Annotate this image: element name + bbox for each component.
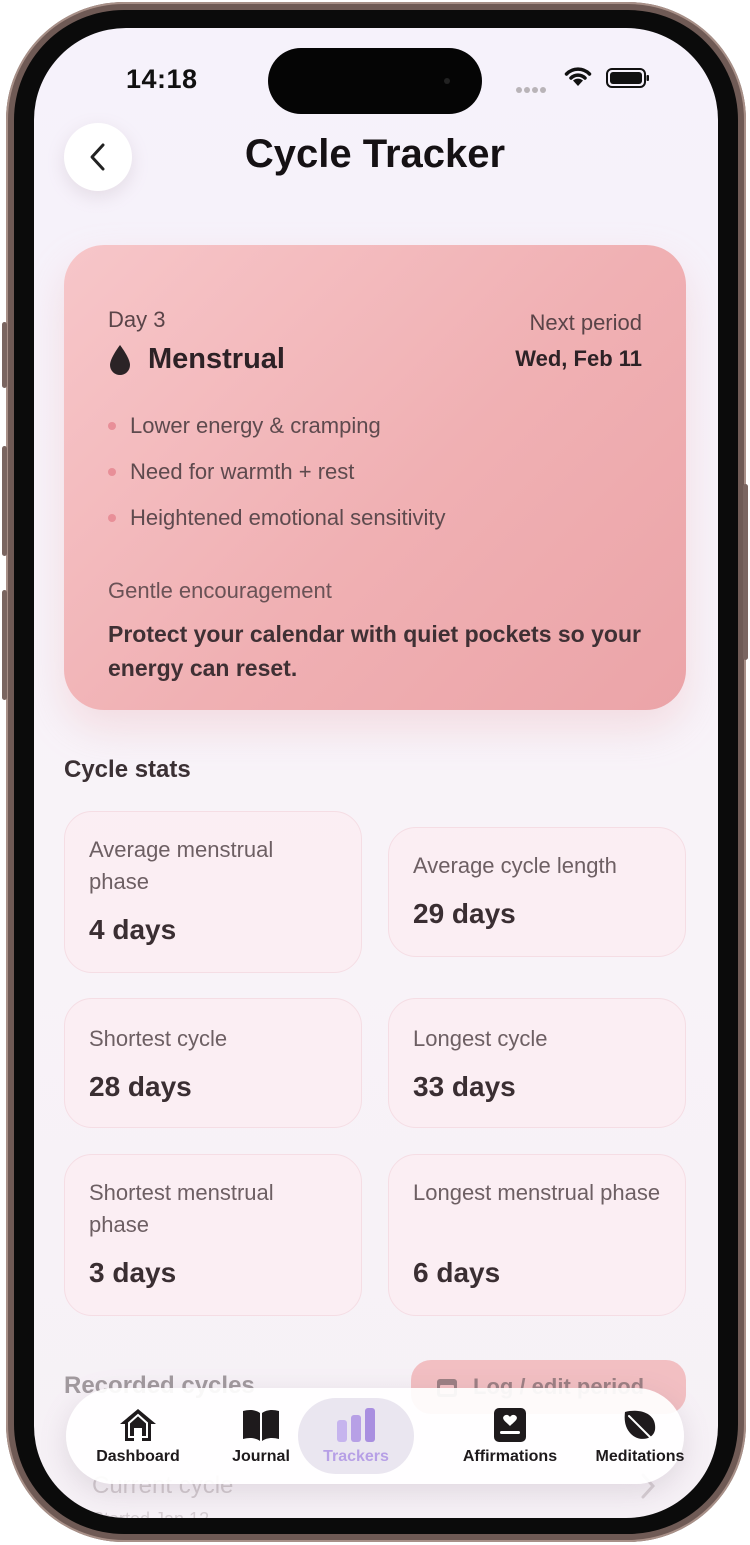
cellular-signal-icon xyxy=(516,80,552,93)
stat-card-average-cycle-length: Average cycle length 29 days xyxy=(388,827,686,957)
bullet-dot xyxy=(108,468,116,476)
bottom-nav: Dashboard Journal Trackers Affirmations … xyxy=(66,1388,684,1484)
app-screen: 14:18 Cycle Tracker Day 3 Menstrual Next… xyxy=(34,28,718,1518)
stat-value: 33 days xyxy=(413,1071,516,1102)
nav-label: Meditations xyxy=(595,1448,685,1465)
bullet-dot xyxy=(108,514,116,522)
stat-label: Longest cycle xyxy=(413,1026,548,1051)
encouragement-label: Gentle encouragement xyxy=(108,578,332,603)
stat-label: Average cycle length xyxy=(413,853,617,878)
blood-drop-icon xyxy=(110,344,130,375)
phase-name: Menstrual xyxy=(108,343,285,376)
cycle-stats-title: Cycle stats xyxy=(64,756,191,783)
current-cycle-started: Started Jan 12 xyxy=(92,1509,209,1518)
status-time: 14:18 xyxy=(126,64,198,94)
page-title: Cycle Tracker xyxy=(244,132,506,176)
nav-label: Journal xyxy=(232,1448,290,1465)
nav-label: Affirmations xyxy=(462,1448,558,1465)
volume-up-button xyxy=(2,446,7,556)
stat-card-shortest-menstrual-phase: Shortest menstrual phase 3 days xyxy=(64,1154,362,1316)
stat-label: Average menstrual phase xyxy=(89,837,274,894)
dynamic-island xyxy=(268,48,482,114)
stat-label: Shortest menstrual phase xyxy=(89,1180,274,1237)
volume-down-button xyxy=(2,590,7,700)
nav-label: Trackers xyxy=(323,1448,389,1465)
cycle-day-label: Day 3 xyxy=(108,307,166,332)
stat-value: 6 days xyxy=(413,1257,501,1288)
nav-label: Dashboard xyxy=(96,1448,180,1465)
symptom-item: Heightened emotional sensitivity xyxy=(108,495,446,541)
stat-value: 3 days xyxy=(89,1257,177,1288)
encouragement-text: Protect your calendar with quiet pockets… xyxy=(108,621,641,681)
nav-item-dashboard[interactable]: Dashboard xyxy=(86,1388,190,1484)
next-period-label: Next period xyxy=(529,310,642,335)
bullet-dot xyxy=(108,422,116,430)
symptom-list: Lower energy & cramping Need for warmth … xyxy=(108,403,446,541)
book-icon xyxy=(243,1409,279,1441)
leaf-icon xyxy=(624,1410,656,1441)
symptom-item: Need for warmth + rest xyxy=(108,449,446,495)
stat-label: Shortest cycle xyxy=(89,1026,228,1051)
nav-item-trackers[interactable]: Trackers xyxy=(304,1388,408,1484)
stat-value: 4 days xyxy=(89,914,177,945)
nav-item-journal[interactable]: Journal xyxy=(216,1388,306,1484)
bar-chart-icon xyxy=(337,1408,375,1442)
stat-label: Longest menstrual phase xyxy=(413,1180,661,1205)
stat-value: 28 days xyxy=(89,1071,192,1102)
nav-item-affirmations[interactable]: Affirmations xyxy=(452,1388,568,1484)
symptom-item: Lower energy & cramping xyxy=(108,403,446,449)
stat-card-longest-cycle: Longest cycle 33 days xyxy=(388,998,686,1128)
action-button xyxy=(2,322,7,388)
stat-card-longest-menstrual-phase: Longest menstrual phase 6 days xyxy=(388,1154,686,1316)
heart-card-icon xyxy=(494,1408,526,1442)
phase-name-text: Menstrual xyxy=(148,343,285,375)
stat-card-average-menstrual-phase: Average menstrual phase 4 days xyxy=(64,811,362,973)
battery-icon xyxy=(606,68,649,88)
stat-value: 29 days xyxy=(413,898,516,929)
next-period-date: Wed, Feb 11 xyxy=(515,346,642,371)
wifi-icon xyxy=(564,67,592,86)
phase-card: Day 3 Menstrual Next period Wed, Feb 11 … xyxy=(64,245,686,710)
nav-item-meditations[interactable]: Meditations xyxy=(584,1388,696,1484)
house-icon xyxy=(120,1409,156,1441)
stat-card-shortest-cycle: Shortest cycle 28 days xyxy=(64,998,362,1128)
power-button xyxy=(743,484,748,660)
